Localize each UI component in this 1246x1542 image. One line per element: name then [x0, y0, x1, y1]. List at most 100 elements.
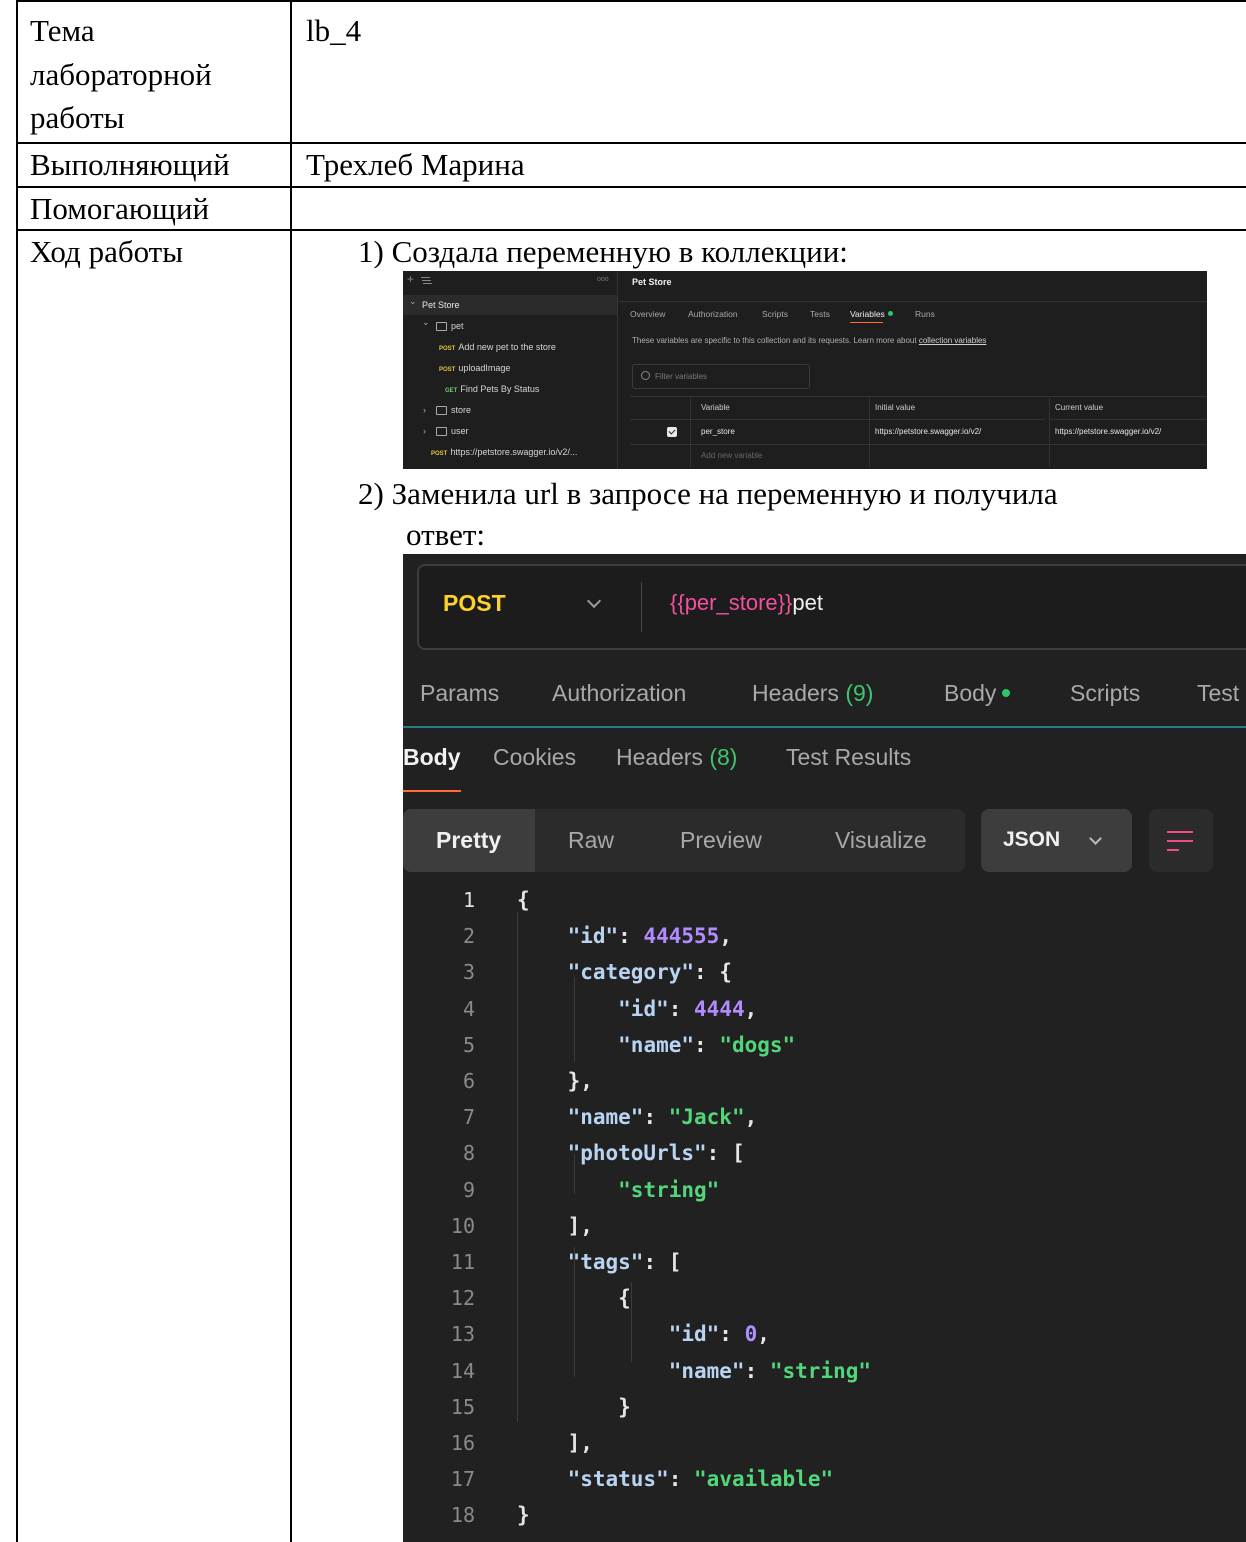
add-icon[interactable]: + — [407, 271, 414, 289]
sidebar-toolbar: + ooo — [403, 271, 617, 291]
language-dropdown[interactable]: JSON — [981, 809, 1132, 872]
request-item: POST uploadImage — [439, 358, 510, 380]
method-dropdown[interactable]: POST — [443, 590, 506, 617]
description-text: These variables are specific to this col… — [632, 336, 917, 345]
format-visualize-button[interactable]: Visualize — [835, 827, 927, 854]
row-value-topic: lb_4 — [306, 13, 362, 48]
tab-params[interactable]: Params — [420, 680, 499, 707]
line-number: 14 — [450, 1358, 475, 1383]
format-pretty-button[interactable]: Pretty — [403, 809, 535, 872]
filter-variables-input[interactable]: Filter variables — [632, 364, 810, 389]
line-number: 7 — [462, 1105, 475, 1130]
column-header-blank — [630, 397, 690, 420]
line-number: 4 — [462, 996, 475, 1021]
tab-body[interactable]: Body — [944, 680, 1011, 707]
tab-authorization[interactable]: Authorization — [688, 309, 738, 319]
url-input[interactable]: {{per_store}}pet — [670, 590, 823, 616]
line-number: 5 — [462, 1032, 475, 1057]
variables-description: These variables are specific to this col… — [632, 336, 986, 345]
tab-scripts[interactable]: Scripts — [1070, 680, 1140, 707]
wrap-lines-icon[interactable] — [1149, 809, 1213, 872]
table-row-divider — [16, 229, 1246, 231]
column-divider — [869, 397, 870, 467]
code-line: "id": 444555, — [567, 924, 732, 949]
code-line: "status": "available" — [567, 1467, 834, 1492]
add-variable-input[interactable]: Add new variable — [701, 445, 762, 467]
variable-current-cell[interactable]: https://petstore.swagger.io/v2/ — [1055, 420, 1161, 444]
sidebar-item-pet-store[interactable]: ⌄ Pet Store — [403, 295, 617, 315]
line-number: 9 — [462, 1177, 475, 1202]
folder-icon — [436, 427, 447, 436]
format-toolbar: Pretty Raw Preview Visualize — [403, 809, 965, 872]
sidebar-item-add-pet[interactable]: POST Add new pet to the store — [403, 337, 617, 357]
table-column-divider — [290, 0, 292, 1542]
wrap-line — [1167, 831, 1193, 833]
chevron-down-icon: ⌄ — [409, 296, 417, 306]
tab-response-headers[interactable]: Headers (8) — [616, 744, 737, 771]
request-item: POST https://petstore.swagger.io/v2/... — [431, 442, 577, 464]
sidebar-item-find-pets[interactable]: GET Find Pets By Status — [403, 379, 617, 399]
folder-icon — [436, 322, 447, 331]
sidebar-item-label: pet — [451, 321, 464, 331]
line-number: 13 — [450, 1322, 475, 1347]
sidebar-item-store-folder[interactable]: › store — [403, 400, 617, 420]
tab-variables[interactable]: Variables — [850, 309, 893, 323]
code-line: ], — [517, 1213, 593, 1238]
more-icon[interactable]: ooo — [597, 271, 609, 290]
variable-enabled-checkbox[interactable] — [667, 427, 677, 437]
tab-authorization[interactable]: Authorization — [552, 680, 686, 707]
row-label-topic-2: лабораторной — [30, 57, 212, 92]
url-path: pet — [792, 590, 823, 615]
chevron-down-icon[interactable] — [586, 593, 602, 609]
tab-response-body[interactable]: Body — [403, 744, 461, 771]
sidebar-item-pet-folder[interactable]: ⌄ pet — [403, 316, 617, 336]
column-divider — [1049, 397, 1050, 467]
unsaved-dot-icon — [887, 311, 893, 316]
format-raw-button[interactable]: Raw — [568, 827, 614, 854]
format-preview-button[interactable]: Preview — [680, 827, 762, 854]
chevron-down-icon: ⌄ — [422, 317, 430, 327]
line-number: 2 — [462, 924, 475, 949]
code-line: { — [517, 1286, 631, 1311]
tab-runs[interactable]: Runs — [915, 309, 935, 319]
line-number: 10 — [450, 1213, 475, 1238]
tab-tests[interactable]: Tests — [810, 309, 830, 319]
method-badge: POST — [439, 346, 456, 352]
url-bar: POST {{per_store}}pet — [417, 564, 1246, 650]
divider — [618, 301, 1207, 302]
filter-icon[interactable] — [421, 277, 430, 278]
table-border-top — [16, 0, 1246, 2]
collection-title: Pet Store — [632, 277, 672, 287]
language-label: JSON — [1003, 828, 1061, 851]
line-number: 1 — [462, 888, 475, 912]
code-line: } — [517, 1394, 631, 1419]
column-divider — [690, 397, 691, 467]
sidebar-item-label: Find Pets By Status — [460, 384, 540, 394]
sidebar-item-user-folder[interactable]: › user — [403, 421, 617, 441]
tab-test-results[interactable]: Test Results — [786, 744, 911, 771]
tab-headers[interactable]: Headers (9) — [752, 680, 873, 707]
code-line: "name": "Jack", — [567, 1105, 758, 1130]
response-headers-count: (8) — [709, 744, 738, 770]
tab-tests[interactable]: Test — [1197, 680, 1239, 707]
row-label-performer: Выполняющий — [30, 147, 230, 182]
tab-cookies[interactable]: Cookies — [493, 744, 576, 771]
sidebar-item-label: https://petstore.swagger.io/v2/... — [450, 447, 578, 457]
variable-name-cell[interactable]: per_store — [701, 420, 735, 444]
step-1-text: 1) Создала переменную в коллекции: — [358, 234, 848, 269]
sidebar-item-url-request[interactable]: POST https://petstore.swagger.io/v2/... — [403, 442, 617, 462]
sidebar-item-upload-image[interactable]: POST uploadImage — [403, 358, 617, 378]
tab-overview[interactable]: Overview — [630, 309, 665, 319]
sidebar-item-label: Add new pet to the store — [458, 342, 556, 352]
variable-initial-cell[interactable]: https://petstore.swagger.io/v2/ — [875, 420, 981, 444]
row-label-topic-3: работы — [30, 100, 125, 135]
chevron-right-icon: › — [423, 405, 426, 415]
tab-scripts[interactable]: Scripts — [762, 309, 788, 319]
postman-variables-screenshot: + ooo ⌄ Pet Store ⌄ pet POST Add new pet … — [403, 271, 1207, 469]
table-border-left — [16, 0, 18, 1542]
row-label-topic-1: Тема — [30, 13, 95, 48]
row-label-helper: Помогающий — [30, 191, 210, 226]
collection-variables-link[interactable]: collection variables — [919, 336, 987, 345]
step-2-text-line2: ответ: — [406, 517, 486, 552]
code-line: }, — [517, 1069, 593, 1093]
